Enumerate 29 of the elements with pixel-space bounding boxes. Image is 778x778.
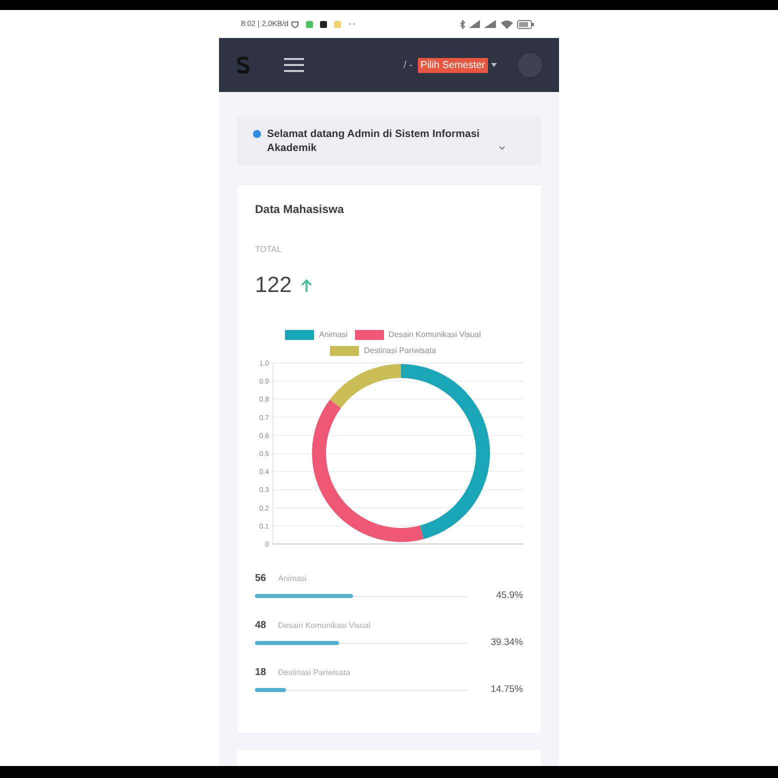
battery-icon bbox=[517, 20, 534, 28]
bluetooth-icon bbox=[460, 20, 465, 28]
signal-icon bbox=[484, 20, 496, 28]
signal-icon bbox=[469, 20, 480, 28]
arrow-up-icon bbox=[300, 278, 312, 292]
program-name: Animasi bbox=[278, 573, 307, 585]
program-count: 56 bbox=[255, 572, 266, 585]
program-count: 48 bbox=[255, 619, 266, 632]
legend-label: Destinasi Pariwisata bbox=[364, 345, 436, 357]
program-count: 18 bbox=[255, 666, 266, 679]
semester-dropdown[interactable]: Pilih Semester bbox=[418, 58, 488, 72]
breadcrumb-text: / - bbox=[404, 58, 413, 72]
menu-icon[interactable] bbox=[284, 58, 304, 72]
caret-icon[interactable] bbox=[491, 63, 497, 67]
program-name: Destinasi Pariwisata bbox=[278, 667, 350, 679]
program-percent: 39.34% bbox=[490, 637, 523, 649]
card-title: Data Mahasiswa bbox=[255, 203, 345, 218]
welcome-text: Selamat datang Admin di Sistem Informasi Akademik bbox=[267, 127, 481, 155]
notification-icon bbox=[291, 20, 300, 28]
total-value: 122 bbox=[255, 272, 292, 298]
program-name: Desain Komunikasi Visual bbox=[278, 620, 370, 632]
caret-icon[interactable] bbox=[499, 146, 505, 150]
program-percent: 45.9% bbox=[495, 590, 523, 602]
status-dot-icon bbox=[253, 130, 261, 138]
wifi-icon bbox=[501, 20, 513, 28]
legend-label: Desain Komunikasi Visual bbox=[388, 329, 481, 341]
total-label: TOTAL bbox=[255, 243, 283, 255]
program-percent: 14.75% bbox=[490, 684, 523, 696]
legend-label: Animasi bbox=[319, 329, 348, 341]
